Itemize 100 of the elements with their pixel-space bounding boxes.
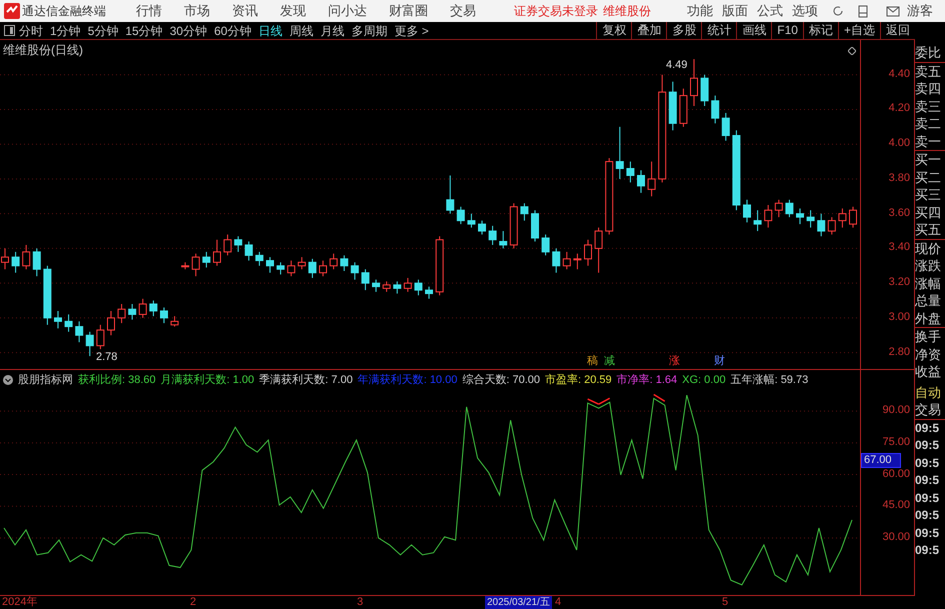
- toolbar-button[interactable]: 复权: [596, 22, 632, 39]
- phone-icon[interactable]: [858, 4, 868, 18]
- mail-icon[interactable]: [886, 6, 900, 16]
- candlestick: [372, 279, 380, 292]
- menu-item[interactable]: 资讯: [232, 1, 258, 21]
- menu-item[interactable]: 发现: [280, 1, 306, 21]
- menu-item[interactable]: 交易: [450, 1, 476, 21]
- candlestick: [849, 206, 857, 228]
- mode-label[interactable]: 自动: [915, 384, 945, 401]
- period-tab[interactable]: 30分钟: [170, 22, 208, 40]
- candlestick: [118, 304, 126, 324]
- menu-item[interactable]: 市场: [184, 1, 210, 21]
- toolbar-button[interactable]: 画线: [736, 22, 772, 39]
- indicator-value: 月满获利天数: 1.00: [160, 372, 254, 388]
- quote-label: 卖五: [915, 62, 942, 80]
- chevron-circle-icon[interactable]: [3, 375, 13, 385]
- candlestick: [573, 253, 582, 270]
- trade-time: 09:5: [915, 454, 940, 472]
- candlestick: [192, 253, 200, 277]
- indicator-value: 年满获利天数: 10.00: [358, 372, 458, 388]
- tool-menu-item[interactable]: 选项: [792, 1, 818, 21]
- candlestick: [648, 161, 656, 197]
- indicator-value: 市盈率: 20.59: [544, 372, 612, 388]
- stock-name[interactable]: 维维股份: [603, 2, 651, 20]
- trade-time: 09:5: [915, 542, 940, 559]
- tool-menu-item[interactable]: 功能: [687, 1, 713, 21]
- indicator-value: 综合天数: 70.00: [462, 372, 540, 388]
- candlestick: [562, 251, 571, 270]
- tool-menu-item[interactable]: 公式: [757, 1, 783, 21]
- quote-label: 买一: [915, 151, 942, 168]
- quote-label: 净资: [915, 346, 942, 363]
- quote-label: 卖二: [915, 115, 942, 132]
- period-tab[interactable]: 月线: [320, 22, 344, 40]
- event-marker[interactable]: 减: [604, 355, 615, 368]
- candlestick: [160, 306, 168, 324]
- candlestick: [393, 280, 402, 294]
- quote-label: 买四: [915, 204, 942, 221]
- indicator-value: 市净率: 1.64: [616, 372, 678, 388]
- candlestick: [499, 230, 508, 249]
- period-tab[interactable]: 分时: [19, 22, 43, 40]
- period-tab[interactable]: 日线: [258, 22, 282, 40]
- menu-item[interactable]: 问小达: [328, 1, 367, 21]
- candlestick: [64, 314, 73, 332]
- candlestick: [128, 304, 136, 320]
- toolbar-button[interactable]: F10: [771, 22, 803, 39]
- toolbar-button[interactable]: +自选: [838, 22, 880, 39]
- candlestick: [796, 208, 804, 225]
- period-tab[interactable]: 多周期: [351, 22, 388, 40]
- candlestick: [138, 298, 147, 318]
- quote-label: 卖四: [915, 80, 942, 98]
- period-tab[interactable]: 60分钟: [214, 22, 252, 40]
- candlestick: [350, 262, 359, 280]
- toolbar-button[interactable]: 返回: [880, 22, 915, 39]
- event-marker[interactable]: 财: [714, 355, 725, 368]
- axis-label: 3.60: [888, 206, 910, 220]
- tool-menu-item[interactable]: 版面: [722, 1, 748, 21]
- candlestick: [626, 161, 634, 183]
- event-marker[interactable]: 涨: [669, 355, 680, 368]
- period-tab[interactable]: 周线: [289, 22, 314, 40]
- user-name[interactable]: 游客: [907, 1, 933, 21]
- toolbar-button[interactable]: 叠加: [631, 22, 666, 39]
- axis-label: 90.00: [882, 404, 910, 418]
- period-tab[interactable]: 1分钟: [50, 22, 81, 40]
- axis-label: 3.20: [888, 276, 910, 290]
- candlestick: [287, 260, 296, 277]
- diamond-icon[interactable]: [848, 47, 856, 55]
- indicator-value: 季满获利天数: 7.00: [259, 372, 353, 388]
- candlestick: [425, 286, 433, 300]
- trade-time: 09:5: [915, 490, 940, 506]
- candlestick: [96, 324, 104, 350]
- quote-label: 买三: [915, 186, 942, 204]
- candlestick: [32, 248, 41, 277]
- quote-label: 买二: [915, 168, 942, 186]
- refresh-icon[interactable]: [832, 5, 844, 17]
- login-status[interactable]: 证券交易未登录: [514, 2, 598, 20]
- section-label: 交易: [915, 401, 945, 420]
- period-tab[interactable]: 更多 >: [394, 22, 429, 40]
- period-tab[interactable]: 5分钟: [88, 22, 118, 40]
- candlestick: [382, 280, 391, 292]
- candlestick: [616, 126, 624, 180]
- candlestick: [170, 316, 179, 328]
- event-marker[interactable]: 稿: [587, 355, 598, 368]
- menu-item[interactable]: 财富圈: [389, 1, 428, 21]
- candlestick: [75, 320, 84, 343]
- axis-label: 3.00: [888, 310, 910, 324]
- toolbar-button[interactable]: 统计: [701, 22, 736, 39]
- candlestick: [594, 227, 603, 274]
- quote-label: 买五: [915, 221, 945, 240]
- candlestick: [774, 199, 783, 218]
- menu-item[interactable]: 行情: [136, 1, 162, 21]
- candlestick: [700, 74, 709, 106]
- panel-toggle-icon[interactable]: [4, 25, 15, 36]
- candlestick: [456, 206, 465, 225]
- time-axis-label: 4: [555, 596, 562, 609]
- toolbar-button[interactable]: 多股: [666, 22, 702, 39]
- quote-label: 总量: [915, 292, 942, 310]
- quote-label: 卖三: [915, 98, 942, 115]
- toolbar-button[interactable]: 标记: [802, 22, 838, 39]
- candlestick: [234, 236, 242, 252]
- period-tab[interactable]: 15分钟: [125, 22, 163, 40]
